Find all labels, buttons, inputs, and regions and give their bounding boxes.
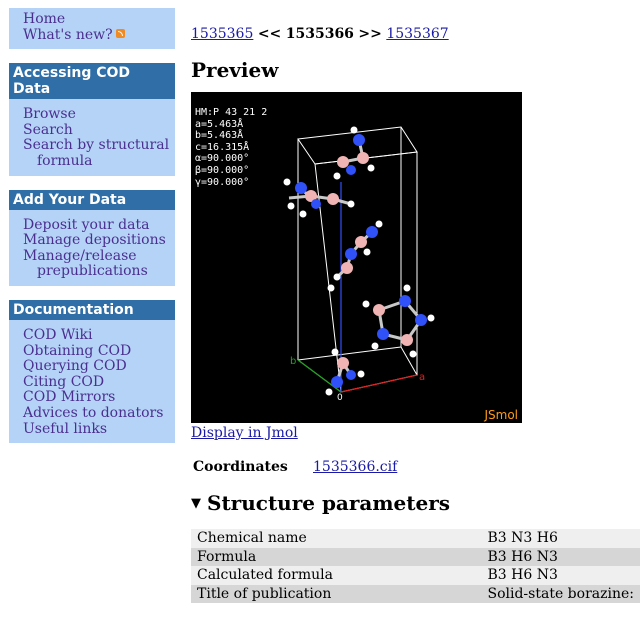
param-key: Title of publication <box>197 585 332 602</box>
sidebar-item-useful[interactable]: Useful links <box>23 421 175 438</box>
search-link[interactable]: Search <box>23 122 73 138</box>
add-data-box: Add Your Data Deposit your data Manage d… <box>9 189 175 286</box>
main-content: 1535365 << 1535366 >> 1535367 Preview HM… <box>191 26 640 603</box>
sidebar-item-querying[interactable]: Querying COD <box>23 358 175 375</box>
sidebar-item-browse[interactable]: Browse <box>23 106 175 123</box>
param-value: B3 N3 H6 <box>487 530 558 547</box>
molecule-render: a b 0 <box>283 126 435 403</box>
sidebar-item-search-formula[interactable]: Search by structural formula <box>23 138 175 169</box>
rss-icon[interactable] <box>115 28 125 38</box>
param-key: Chemical name <box>197 530 307 547</box>
home-link[interactable]: Home <box>23 11 65 27</box>
useful-links-link[interactable]: Useful links <box>23 421 107 437</box>
structure-parameters-table: Chemical name B3 N3 H6 Formula B3 H6 N3 … <box>191 529 640 603</box>
next-separator: >> <box>358 26 382 42</box>
prev-separator: << <box>257 26 282 42</box>
coordinates-label: Coordinates <box>193 459 288 475</box>
documentation-title: Documentation <box>9 299 175 320</box>
collapse-triangle-icon[interactable]: ▼ <box>191 496 201 511</box>
add-data-title: Add Your Data <box>9 189 175 210</box>
advices-link[interactable]: Advices to donators <box>23 405 163 421</box>
table-row: Chemical name B3 N3 H6 <box>191 529 640 548</box>
unit-cell-box <box>297 126 418 393</box>
param-key: Calculated formula <box>197 567 333 584</box>
sidebar-item-obtaining[interactable]: Obtaining COD <box>23 343 175 360</box>
sidebar-item-mirrors[interactable]: COD Mirrors <box>23 390 175 406</box>
browse-link[interactable]: Browse <box>23 106 76 122</box>
sidebar-item-search[interactable]: Search <box>23 122 175 139</box>
next-entry-link[interactable]: 1535367 <box>386 26 448 42</box>
param-value: Solid-state borazine: <box>487 585 635 602</box>
sidebar: Home What's new? Accessing COD Data Brow… <box>9 8 175 457</box>
accessing-cod-box: Accessing COD Data Browse Search Search … <box>9 63 175 176</box>
structure-parameters-title: Structure parameters <box>207 491 451 515</box>
deposit-link[interactable]: Deposit your data <box>23 217 149 233</box>
a-axis-label: a <box>419 372 425 383</box>
sidebar-item-prepublications[interactable]: Manage/release prepublications <box>23 248 175 280</box>
table-row: Title of publication Solid-state borazin… <box>191 584 640 603</box>
entry-navigation: 1535365 << 1535366 >> 1535367 <box>191 26 640 42</box>
manage-depositions-link[interactable]: Manage depositions <box>23 232 166 248</box>
preview-heading: Preview <box>191 58 279 82</box>
jsmol-viewer[interactable]: HM:P 43 21 2 a=5.463Å b=5.463Å c=16.315Å… <box>191 92 522 423</box>
nitrogen-atoms <box>295 134 427 388</box>
b-axis-label: b <box>290 356 296 367</box>
prepublications-link[interactable]: Manage/release prepublications <box>23 248 148 280</box>
sidebar-item-citing[interactable]: Citing COD <box>23 374 175 391</box>
origin-label: 0 <box>337 393 343 403</box>
sidebar-item-wiki[interactable]: COD Wiki <box>23 327 175 344</box>
hydrogen-atoms <box>283 126 435 396</box>
documentation-box: Documentation COD Wiki Obtaining COD Que… <box>9 299 175 444</box>
table-row: Formula B3 H6 N3 <box>191 547 640 566</box>
cif-file-link[interactable]: 1535366.cif <box>313 459 397 475</box>
mirrors-link[interactable]: COD Mirrors <box>23 389 115 406</box>
param-value: B3 H6 N3 <box>487 548 558 565</box>
sidebar-item-manage-depositions[interactable]: Manage depositions <box>23 232 175 249</box>
structure-parameters-heading[interactable]: ▼ Structure parameters <box>191 491 640 515</box>
sidebar-item-whats-new[interactable]: What's new? <box>23 27 175 44</box>
sidebar-top-box: Home What's new? <box>9 8 175 50</box>
whats-new-link[interactable]: What's new? <box>23 27 113 43</box>
prev-entry-link[interactable]: 1535365 <box>191 26 253 42</box>
obtaining-link[interactable]: Obtaining COD <box>23 343 131 359</box>
display-in-jmol-link[interactable]: Display in Jmol <box>191 425 298 441</box>
table-row: Calculated formula B3 H6 N3 <box>191 566 640 585</box>
citing-link[interactable]: Citing COD <box>23 374 104 390</box>
wiki-link[interactable]: COD Wiki <box>23 327 92 343</box>
jsmol-brand: JSmol <box>484 408 518 422</box>
sidebar-item-home[interactable]: Home <box>23 11 175 28</box>
display-jmol-row: Display in Jmol <box>191 425 640 441</box>
coordinates-row: Coordinates 1535366.cif <box>191 459 640 475</box>
search-formula-link[interactable]: Search by structural formula <box>23 137 169 169</box>
sidebar-item-advices[interactable]: Advices to donators <box>23 405 175 422</box>
sidebar-item-deposit[interactable]: Deposit your data <box>23 217 175 234</box>
accessing-cod-title: Accessing COD Data <box>9 63 175 100</box>
param-value: B3 H6 N3 <box>487 567 558 584</box>
querying-link[interactable]: Querying COD <box>23 358 127 374</box>
param-key: Formula <box>197 548 257 565</box>
current-entry: 1535366 <box>285 26 354 42</box>
